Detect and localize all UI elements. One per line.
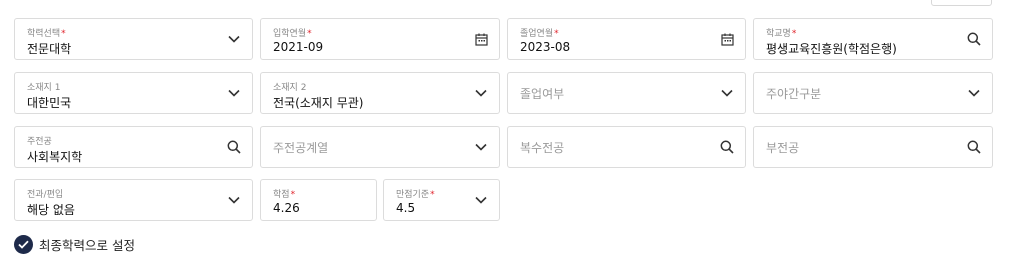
search-icon[interactable] bbox=[966, 31, 982, 47]
field-label: 졸업연월* bbox=[520, 29, 559, 39]
check-icon bbox=[14, 235, 33, 254]
search-icon[interactable] bbox=[719, 139, 735, 155]
chevron-down-icon bbox=[966, 85, 982, 101]
field-value: 2023-08 bbox=[520, 40, 571, 54]
education-level-select[interactable]: 학력선택* 전문대학 bbox=[14, 18, 253, 60]
graduation-status-select[interactable]: 졸업여부 bbox=[507, 72, 746, 114]
chevron-down-icon bbox=[719, 85, 735, 101]
field-value: 4.26 bbox=[273, 201, 300, 215]
transfer-select[interactable]: 전과/편입 해당 없음 bbox=[14, 179, 253, 221]
field-label: 학점* bbox=[273, 190, 296, 200]
field-label: 학교명* bbox=[766, 29, 797, 39]
chevron-down-icon bbox=[226, 31, 242, 47]
double-major-field[interactable]: 복수전공 bbox=[507, 126, 746, 168]
major-category-select[interactable]: 주전공계열 bbox=[260, 126, 500, 168]
final-education-label: 최종학력으로 설정 bbox=[39, 238, 135, 253]
school-name-field[interactable]: 학교명* 평생교육진흥원(학점은행) bbox=[753, 18, 993, 60]
chevron-down-icon bbox=[473, 192, 489, 208]
calendar-icon[interactable] bbox=[719, 31, 735, 47]
field-placeholder: 부전공 bbox=[766, 140, 800, 155]
field-placeholder: 졸업여부 bbox=[520, 86, 565, 101]
gpa-input[interactable]: 학점* 4.26 bbox=[260, 179, 377, 221]
day-night-select[interactable]: 주야간구분 bbox=[753, 72, 993, 114]
field-value: 해당 없음 bbox=[27, 203, 75, 217]
max-gpa-select[interactable]: 만점기준* 4.5 bbox=[383, 179, 500, 221]
field-label: 소재지 1 bbox=[27, 83, 61, 93]
field-value: 사회복지학 bbox=[27, 150, 83, 164]
chevron-down-icon bbox=[226, 85, 242, 101]
field-label: 만점기준* bbox=[396, 190, 435, 200]
field-value: 전문대학 bbox=[27, 42, 72, 56]
graduation-date-field[interactable]: 졸업연월* 2023-08 bbox=[507, 18, 746, 60]
location2-select[interactable]: 소재지 2 전국(소재지 무관) bbox=[260, 72, 500, 114]
calendar-icon[interactable] bbox=[473, 31, 489, 47]
field-label: 입학연월* bbox=[273, 29, 312, 39]
field-value: 평생교육진흥원(학점은행) bbox=[766, 42, 897, 56]
field-label: 주전공 bbox=[27, 137, 52, 147]
minor-field[interactable]: 부전공 bbox=[753, 126, 993, 168]
field-label: 전과/편입 bbox=[27, 190, 64, 200]
field-placeholder: 주야간구분 bbox=[766, 86, 822, 101]
field-label: 학력선택* bbox=[27, 29, 66, 39]
location1-select[interactable]: 소재지 1 대한민국 bbox=[14, 72, 253, 114]
chevron-down-icon bbox=[473, 85, 489, 101]
field-value: 2021-09 bbox=[273, 40, 324, 54]
field-placeholder: 복수전공 bbox=[520, 140, 565, 155]
search-icon[interactable] bbox=[966, 139, 982, 155]
chevron-down-icon bbox=[473, 139, 489, 155]
major-field[interactable]: 주전공 사회복지학 bbox=[14, 126, 253, 168]
field-placeholder: 주전공계열 bbox=[273, 140, 329, 155]
search-icon[interactable] bbox=[226, 139, 242, 155]
field-label: 소재지 2 bbox=[273, 83, 307, 93]
final-education-checkbox[interactable]: 최종학력으로 설정 bbox=[14, 235, 135, 254]
top-button[interactable] bbox=[931, 0, 992, 6]
field-value: 전국(소재지 무관) bbox=[273, 96, 364, 110]
admission-date-field[interactable]: 입학연월* 2021-09 bbox=[260, 18, 500, 60]
chevron-down-icon bbox=[226, 192, 242, 208]
field-value: 4.5 bbox=[396, 201, 416, 215]
field-value: 대한민국 bbox=[27, 96, 72, 110]
